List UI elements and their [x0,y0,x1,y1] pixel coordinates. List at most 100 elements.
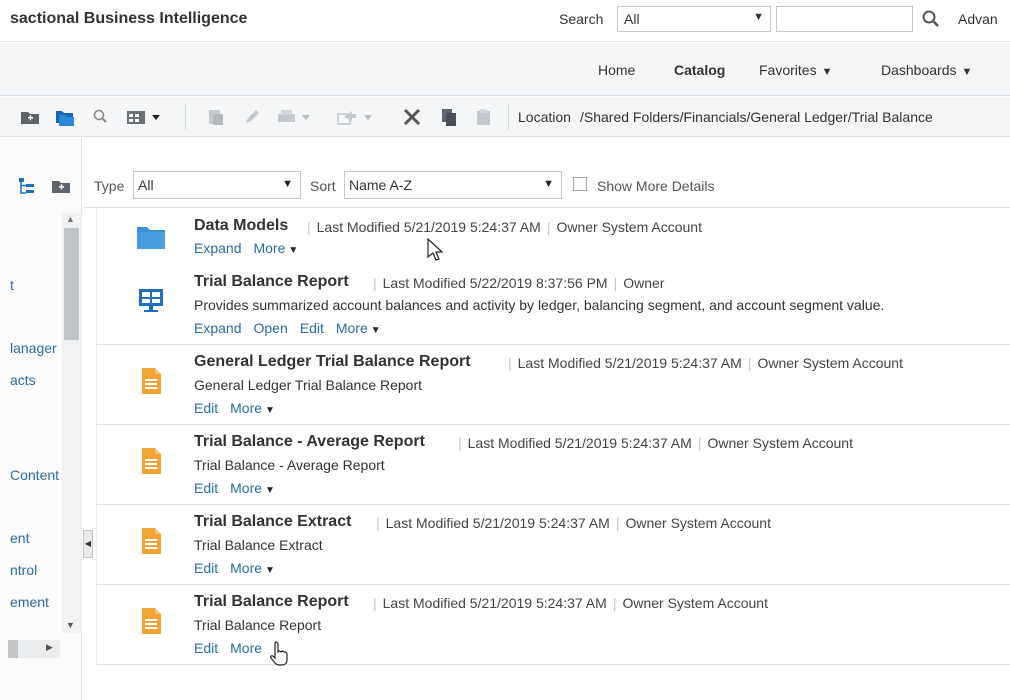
item-title[interactable]: Trial Balance Extract [194,513,351,531]
document-icon[interactable] [135,365,167,397]
meta-divider: | [697,435,702,451]
open-link[interactable]: Open [253,320,287,336]
chevron-down-icon: ▼ [753,11,764,23]
document-icon[interactable] [135,525,167,557]
more-label: More [230,640,263,656]
search-icon[interactable] [921,9,941,29]
edit-link[interactable]: Edit [300,320,324,336]
tree-view-icon[interactable] [17,176,37,196]
report-icon[interactable] [135,285,167,317]
chevron-down-icon: ▼ [543,178,554,190]
nav-home[interactable]: Home [598,62,635,78]
share-menu-icon[interactable] [336,107,378,127]
item-title[interactable]: General Ledger Trial Balance Report [194,353,471,371]
more-menu[interactable]: More ▼ [253,240,298,256]
more-label: More [335,320,368,336]
item-title[interactable]: Data Models [194,217,288,235]
item-description: Trial Balance - Average Report [194,457,385,473]
paste-icon[interactable] [474,107,494,127]
item-modified: Last Modified 5/21/2019 5:24:37 AM [382,595,607,611]
edit-link[interactable]: Edit [194,480,218,496]
type-select[interactable]: All ▼ [133,171,301,199]
expand-link[interactable]: Expand [194,320,241,336]
toolbar-divider [508,104,509,130]
location-path: /Shared Folders/Financials/General Ledge… [580,109,933,125]
folder-icon[interactable] [135,221,167,253]
more-label: More [230,400,263,416]
item-actions: Edit More ▼ [194,480,287,496]
new-folder-icon[interactable] [51,176,71,196]
more-menu[interactable]: More [230,640,262,656]
edit-link[interactable]: Edit [194,560,218,576]
app-title: sactional Business Intelligence [10,10,248,27]
document-icon[interactable] [135,445,167,477]
meta-divider: | [307,219,311,235]
more-menu[interactable]: More ▼ [230,480,275,496]
edit-link[interactable]: Edit [194,640,218,656]
search-label: Search [559,11,604,27]
item-title[interactable]: Trial Balance Report [194,273,349,291]
item-meta: | Last Modified 5/21/2019 5:24:37 AM | Owne… [301,219,702,235]
toolbar-divider [185,104,186,130]
nav-catalog[interactable]: Catalog [674,62,725,78]
chevron-down-icon: ▼ [265,405,275,416]
item-owner: Owner System Account [707,435,853,451]
left-item[interactable]: ntrol [10,562,37,578]
item-title[interactable]: Trial Balance - Average Report [194,433,425,451]
copy-icon[interactable] [206,107,226,127]
location-label: Location [518,109,571,125]
left-item[interactable]: t [10,277,14,293]
item-actions: Edit More ▼ [194,560,287,576]
type-label: Type [94,178,125,194]
chevron-down-icon: ▼ [370,325,381,336]
show-more-details-label[interactable]: Show More Details [597,178,715,194]
edit-link[interactable]: Edit [194,400,218,416]
left-item[interactable]: ent [10,530,29,546]
item-modified: Last Modified 5/22/2019 8:37:56 PM [382,275,608,291]
left-hscrollbar-thumb[interactable] [8,640,18,658]
sort-label: Sort [310,178,336,194]
left-item[interactable]: ement [10,594,49,610]
item-owner: Owner System Account [625,515,771,531]
print-menu-icon[interactable] [276,107,316,127]
item-title[interactable]: Trial Balance Report [194,593,349,611]
show-more-details-checkbox[interactable] [573,177,587,191]
document-icon[interactable] [135,605,167,637]
more-label: More [230,560,263,576]
left-item[interactable]: acts [10,372,36,388]
chevron-down-icon: ▼ [288,245,299,256]
sort-select[interactable]: Name A-Z ▼ [344,171,562,199]
delete-icon[interactable] [402,107,422,127]
search-scope-select[interactable]: All ▼ [617,6,771,32]
left-scrollbar-thumb[interactable] [64,228,79,340]
item-meta: | Last Modified 5/21/2019 5:24:37 AM | Owne… [367,595,768,611]
scroll-down-icon[interactable]: ▼ [66,620,75,630]
search-icon[interactable] [91,107,111,127]
expand-link[interactable]: Expand [194,240,241,256]
view-menu-icon[interactable] [126,107,168,127]
list-item: Trial Balance - Average Report | Last Mod… [96,425,1010,505]
folders-icon[interactable] [55,107,75,127]
left-item[interactable]: Content [10,467,59,483]
more-menu[interactable]: More ▼ [336,320,381,336]
item-actions: Edit More ▼ [194,400,287,416]
nav-dashboards[interactable]: Dashboards ▼ [881,62,972,78]
pencil-icon[interactable] [242,107,262,127]
scroll-right-icon[interactable]: ▶ [46,642,53,653]
more-menu[interactable]: More ▼ [230,560,275,576]
more-menu[interactable]: More ▼ [230,400,275,416]
collapse-pane-handle[interactable]: ◀ [83,530,93,558]
item-meta: | Last Modified 5/21/2019 5:24:37 AM | Owne… [452,435,853,451]
item-actions: Edit More [194,640,274,656]
item-modified: Last Modified 5/21/2019 5:24:37 AM [467,435,692,451]
scroll-up-icon[interactable]: ▲ [66,214,75,224]
new-folder-icon[interactable] [20,107,40,127]
left-item[interactable]: lanager [10,340,57,356]
item-owner: Owner System Account [556,219,702,235]
item-owner: Owner System Account [622,595,768,611]
advanced-search-link[interactable]: Advan [958,11,998,27]
duplicate-icon[interactable] [439,107,459,127]
nav-favorites[interactable]: Favorites ▼ [759,62,832,78]
meta-divider: | [373,595,377,611]
search-input[interactable] [776,6,913,32]
